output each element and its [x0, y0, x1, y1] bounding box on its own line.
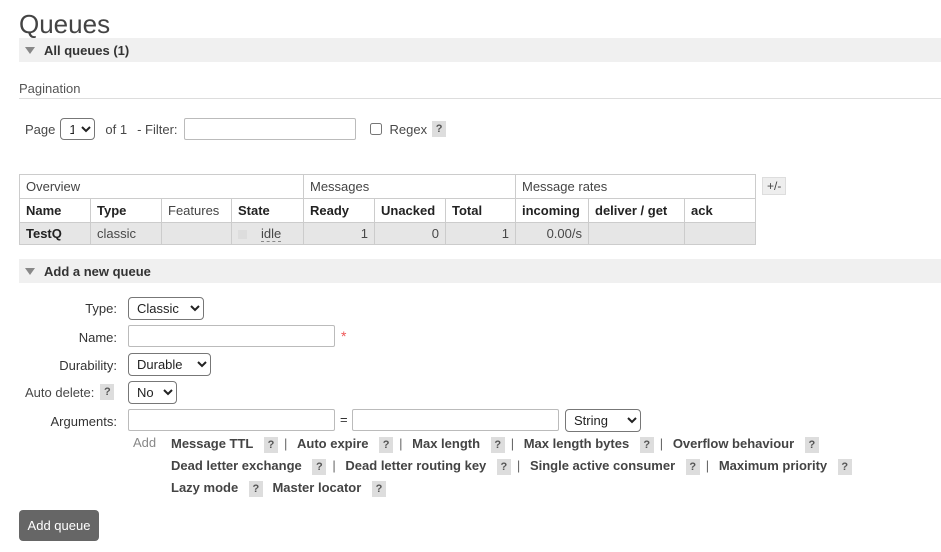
queues-table: Overview Messages Message rates Name Typ… [19, 174, 756, 245]
filter-label: - Filter: [137, 121, 178, 137]
all-queues-section-header[interactable]: All queues (1) [19, 38, 941, 62]
separator: | [399, 436, 403, 451]
argument-links-line-1: Message TTL ? | Auto expire ? | Max length… [171, 436, 819, 453]
help-button[interactable]: ? [804, 437, 819, 453]
arg-link-max-length[interactable]: Max length [412, 436, 480, 451]
help-button[interactable]: ? [685, 459, 700, 475]
all-queues-label: All queues (1) [44, 42, 130, 58]
col-ready[interactable]: Ready [303, 198, 375, 223]
name-label: Name: [78, 330, 117, 345]
help-button[interactable]: ? [312, 459, 327, 475]
page-title: Queues [19, 9, 111, 39]
col-features[interactable]: Features [161, 198, 232, 223]
column-toggle-button[interactable]: +/- [762, 177, 787, 195]
queue-name-input[interactable] [128, 325, 335, 347]
arg-link-single-active-consumer[interactable]: Single active consumer [530, 458, 675, 473]
queue-name-link[interactable]: TestQ [19, 222, 91, 245]
arg-link-overflow-behaviour[interactable]: Overflow behaviour [673, 436, 794, 451]
pagination-divider [19, 98, 941, 99]
auto-delete-row: Auto delete: ? [25, 384, 115, 400]
argument-type-select[interactable]: String [565, 409, 641, 432]
col-total[interactable]: Total [445, 198, 516, 223]
help-button[interactable]: ? [379, 437, 394, 453]
auto-delete-help-button[interactable]: ? [100, 384, 115, 400]
arguments-label: Arguments: [50, 414, 117, 429]
auto-delete-select[interactable]: No [128, 381, 177, 404]
col-incoming[interactable]: incoming [515, 198, 589, 223]
type-label: Type: [85, 301, 117, 316]
queue-type: classic [90, 222, 162, 245]
argument-value-input[interactable] [352, 409, 559, 431]
group-message-rates: Message rates [515, 174, 756, 199]
arg-link-max-length-bytes[interactable]: Max length bytes [524, 436, 629, 451]
help-button[interactable]: ? [837, 459, 852, 475]
regex-label: Regex [389, 121, 428, 137]
argument-links-line-2: Dead letter exchange ? | Dead letter rout… [171, 458, 852, 475]
page-label: Page [25, 121, 56, 137]
table-column-header: Name Type Features State Ready Unacked T… [19, 198, 756, 223]
argument-key-input[interactable] [128, 409, 335, 431]
queue-features [161, 222, 232, 245]
add-queue-section-header[interactable]: Add a new queue [19, 259, 941, 283]
filter-input[interactable] [183, 118, 356, 140]
durability-select[interactable]: Durable [128, 353, 211, 376]
col-ack[interactable]: ack [684, 198, 756, 223]
queue-type-select[interactable]: Classic [128, 297, 204, 320]
arg-link-maximum-priority[interactable]: Maximum priority [719, 458, 827, 473]
separator: | [510, 436, 515, 451]
col-deliver-get[interactable]: deliver / get [588, 198, 685, 223]
help-button[interactable]: ? [248, 481, 263, 497]
queue-incoming: 0.00/s [515, 222, 589, 245]
argument-links-line-3: Lazy mode ? Master locator ? [171, 480, 386, 497]
separator: | [705, 458, 710, 473]
auto-delete-label: Auto delete: [25, 384, 95, 400]
state-label: idle [261, 226, 282, 242]
regex-checkbox[interactable] [369, 123, 382, 135]
separator: | [516, 458, 521, 473]
arg-link-master-locator[interactable]: Master locator [272, 480, 361, 495]
pagination-label: Pagination [19, 81, 81, 96]
col-unacked[interactable]: Unacked [374, 198, 446, 223]
queue-deliver-get [588, 222, 685, 245]
queue-ack [684, 222, 756, 245]
regex-help-button[interactable]: ? [432, 121, 447, 137]
collapse-triangle-icon [25, 267, 35, 275]
help-button[interactable]: ? [639, 437, 654, 453]
durability-label: Durability: [59, 358, 117, 373]
pagination-row: Page 1 of 1 - Filter: Regex ? [25, 118, 447, 140]
queue-unacked: 0 [374, 222, 446, 245]
queue-total: 1 [445, 222, 516, 245]
required-asterisk: * [341, 328, 347, 344]
add-argument-label: Add [133, 435, 157, 450]
help-button[interactable]: ? [371, 481, 386, 497]
page-select[interactable]: 1 [60, 118, 96, 140]
group-messages: Messages [303, 174, 516, 199]
state-indicator-icon [238, 230, 247, 240]
separator: | [659, 436, 664, 451]
group-overview: Overview [19, 174, 304, 199]
help-button[interactable]: ? [496, 459, 511, 475]
arg-link-message-ttl[interactable]: Message TTL [171, 436, 253, 451]
table-row[interactable]: TestQ classic idle 1 0 1 0.00/s [19, 222, 756, 245]
col-state[interactable]: State [231, 198, 304, 223]
add-queue-button[interactable]: Add queue [19, 510, 99, 541]
queue-ready: 1 [303, 222, 375, 245]
page-of-label: of 1 [105, 121, 128, 137]
help-button[interactable]: ? [263, 437, 278, 453]
col-name[interactable]: Name [19, 198, 91, 223]
col-type[interactable]: Type [90, 198, 162, 223]
arg-link-dead-letter-routing-key[interactable]: Dead letter routing key [345, 458, 486, 473]
arg-link-lazy-mode[interactable]: Lazy mode [171, 480, 238, 495]
separator: | [283, 436, 288, 451]
arg-link-dead-letter-exchange[interactable]: Dead letter exchange [171, 458, 302, 473]
arg-link-auto-expire[interactable]: Auto expire [297, 436, 369, 451]
equals-sign: = [340, 412, 348, 427]
add-queue-section-label: Add a new queue [44, 263, 151, 279]
collapse-triangle-icon [25, 46, 35, 54]
help-button[interactable]: ? [490, 437, 505, 453]
separator: | [332, 458, 336, 473]
table-group-header: Overview Messages Message rates [19, 174, 756, 199]
queue-state: idle [231, 222, 304, 245]
